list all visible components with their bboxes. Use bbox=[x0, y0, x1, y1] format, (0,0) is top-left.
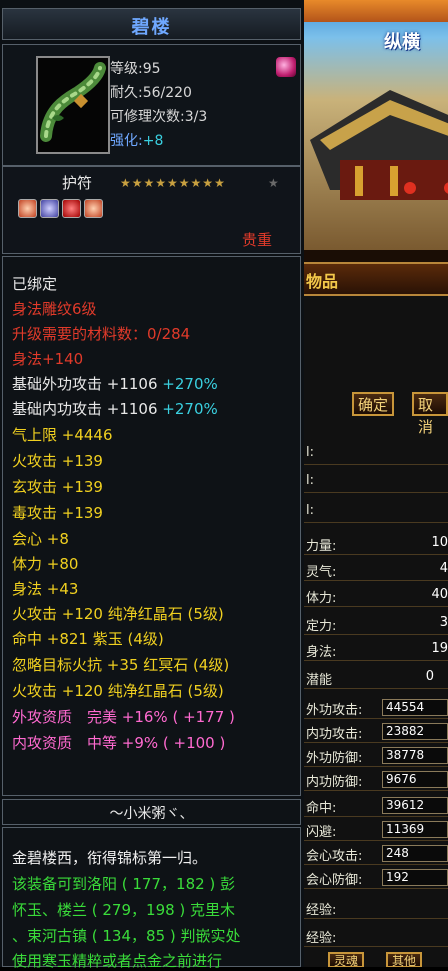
attack-row: 内功攻击: 23882 bbox=[300, 722, 448, 743]
rune-label: 护符 bbox=[62, 174, 93, 192]
soul-tab[interactable]: 灵魂 bbox=[328, 952, 365, 967]
items-panel-title: 物品 bbox=[306, 272, 339, 291]
stamina-bonus: 体力 +80 bbox=[12, 555, 79, 573]
defense-row: 内功防御: 9676 bbox=[300, 770, 448, 791]
stat-row: 灵气: 4 bbox=[300, 560, 448, 581]
base-inner-attack: 基础内功攻击 +1106 +270% bbox=[12, 400, 218, 418]
signer-name: ～小米粥ヾ、 bbox=[109, 806, 194, 822]
hp-bonus: 气上限 +4446 bbox=[12, 426, 113, 444]
rune-stars: ★★★★★★★★★ bbox=[120, 176, 226, 190]
crit-bonus: 会心 +8 bbox=[12, 530, 69, 548]
enhance-badge-icon bbox=[276, 57, 296, 77]
item-name: 碧楼 bbox=[131, 17, 172, 38]
scene-title: 纵横 bbox=[384, 32, 420, 53]
gem-socket-1: 火攻击 +120 纯净红晶石 (5级) bbox=[12, 605, 224, 623]
carve-level: 身法雕纹6级 bbox=[12, 300, 97, 318]
crit-defense-row: 会心防御: 192 bbox=[300, 868, 448, 889]
description-line: 怀玉、楼兰 ( 279，198 ) 克里木 bbox=[12, 901, 236, 919]
item-durability: 耐久:56/220 bbox=[110, 85, 192, 101]
defense-row: 外功防御: 38778 bbox=[300, 746, 448, 767]
pavilion-roof-image bbox=[310, 90, 448, 200]
base-outer-attack: 基础外功攻击 +1106 +270% bbox=[12, 375, 218, 393]
rune-gem-icon bbox=[84, 199, 103, 218]
stat-row: 潜能 0 bbox=[300, 668, 448, 689]
empty-star-icon: ★ bbox=[268, 176, 279, 190]
gem-socket-3: 忽略目标火抗 +35 红冥石 (4级) bbox=[12, 656, 230, 674]
rune-gem-icon bbox=[18, 199, 37, 218]
carve-bonus: 身法+140 bbox=[12, 350, 84, 368]
stat-row: 力量: 10 bbox=[300, 534, 448, 555]
item-repair-count: 可修理次数:3/3 bbox=[110, 109, 208, 125]
hit-row: 命中: 39612 bbox=[300, 796, 448, 817]
agility-bonus: 身法 +43 bbox=[12, 580, 79, 598]
rune-gem-icon bbox=[62, 199, 81, 218]
description-line: 使用寒玉精粹或者点金之前进行 bbox=[12, 952, 223, 970]
upgrade-materials: 升级需要的材料数：0/284 bbox=[12, 325, 191, 343]
rarity-label: 贵重 bbox=[242, 231, 273, 249]
exp-row: 经验: bbox=[300, 898, 448, 919]
items-panel-header: 物品 bbox=[300, 262, 448, 296]
signer-section: ～小米粥ヾ、 bbox=[2, 799, 301, 825]
description-line: 、束河古镇 ( 134，85 ) 判嵌实处 bbox=[12, 927, 241, 945]
poison-attack: 毒攻击 +139 bbox=[12, 504, 103, 522]
stat-row: 体力: 40 bbox=[300, 586, 448, 607]
inner-aptitude: 内攻资质 中等 +9% ( +100 ) bbox=[12, 734, 226, 752]
item-enhance: 强化:+8 bbox=[110, 133, 164, 149]
dodge-row: 闪避: 11369 bbox=[300, 820, 448, 841]
attack-row: 外功攻击: 44554 bbox=[300, 698, 448, 719]
fire-attack: 火攻击 +139 bbox=[12, 452, 103, 470]
cancel-button[interactable]: 取消 bbox=[412, 392, 448, 436]
jade-pendant-icon bbox=[36, 56, 110, 154]
item-tooltip: 碧楼 等级:95 耐久:56/220 可修理次数:3/3 强化:+8 护符 ★★… bbox=[0, 0, 304, 970]
bound-status: 已绑定 bbox=[12, 275, 58, 293]
mystic-attack: 玄攻击 +139 bbox=[12, 478, 103, 496]
description-line: 金碧楼西，衔得锦标第一归。 bbox=[12, 849, 208, 867]
outer-aptitude: 外攻资质 完美 +16% ( +177 ) bbox=[12, 708, 235, 726]
gem-socket-2: 命中 +821 紫玉 (4级) bbox=[12, 630, 164, 648]
confirm-button[interactable]: 确定 bbox=[352, 392, 395, 416]
stat-row: 定力: 3 bbox=[300, 614, 448, 635]
description-line: 该装备可到洛阳 ( 177，182 ) 彭 bbox=[12, 875, 236, 893]
game-scene: 纵横 物品 确定 取消 l: l: l: 力量: 10 灵气: 4 体力: 40 定力… bbox=[300, 0, 448, 967]
stat-row: 身法: 19 bbox=[300, 640, 448, 661]
gem-socket-4: 火攻击 +120 纯净红晶石 (5级) bbox=[12, 682, 224, 700]
rune-gem-icon bbox=[40, 199, 59, 218]
other-tab[interactable]: 其他 bbox=[386, 952, 423, 967]
exp-row: 经验: bbox=[300, 926, 448, 947]
item-level: 等级:95 bbox=[110, 61, 161, 77]
scene-banner bbox=[300, 0, 448, 22]
item-title-bar: 碧楼 bbox=[2, 8, 301, 40]
crit-attack-row: 会心攻击: 248 bbox=[300, 844, 448, 865]
